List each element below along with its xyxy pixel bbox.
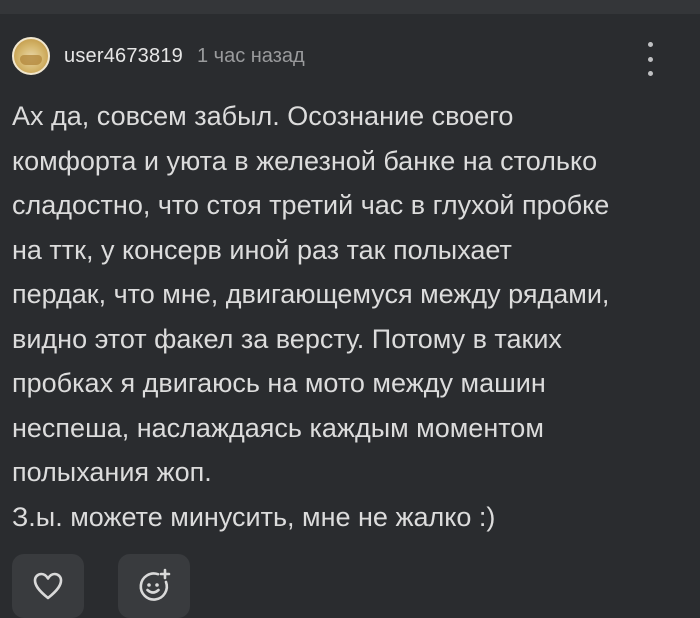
comment-card: user4673819 1 час назад Ах да, совсем за… [0, 14, 700, 618]
comment-line: З.ы. можете минусить, мне не жалко :) [12, 501, 496, 532]
add-reaction-button[interactable] [118, 554, 190, 618]
comment-line: Ах да, совсем забыл. Осознание своего [12, 101, 514, 131]
comment-header: user4673819 1 час назад [12, 36, 305, 76]
comment-line: пердак, что мне, двигающемуся между ряда… [12, 279, 610, 309]
comment-line: сладостно, что стоя третий час в глухой … [12, 190, 610, 220]
comment-line: неспеша, наслаждаясь каждым моментом [12, 412, 544, 443]
smile-add-icon [139, 568, 171, 601]
comment-body: Ах да, совсем забыл. Осознание своего ко… [12, 94, 692, 539]
comment-line: видно этот факел за версту. Потому в так… [12, 323, 562, 354]
comment-line: на ттк, у консерв иной раз так полыхает [12, 234, 512, 265]
comment-line: полыхания жоп. [12, 457, 212, 487]
user-avatar[interactable] [12, 37, 50, 75]
comment-line: пробках я двигаюсь на мото между машин [12, 368, 546, 398]
username[interactable]: user4673819 [64, 45, 183, 68]
heart-icon [33, 572, 63, 600]
comment-actions [12, 554, 190, 618]
more-vertical-icon[interactable] [640, 42, 660, 76]
comment-line: комфорта и уюта в железной банке на стол… [12, 145, 598, 176]
comment-time: 1 час назад [196, 44, 305, 67]
like-button[interactable] [12, 554, 84, 618]
top-strip [0, 0, 700, 14]
